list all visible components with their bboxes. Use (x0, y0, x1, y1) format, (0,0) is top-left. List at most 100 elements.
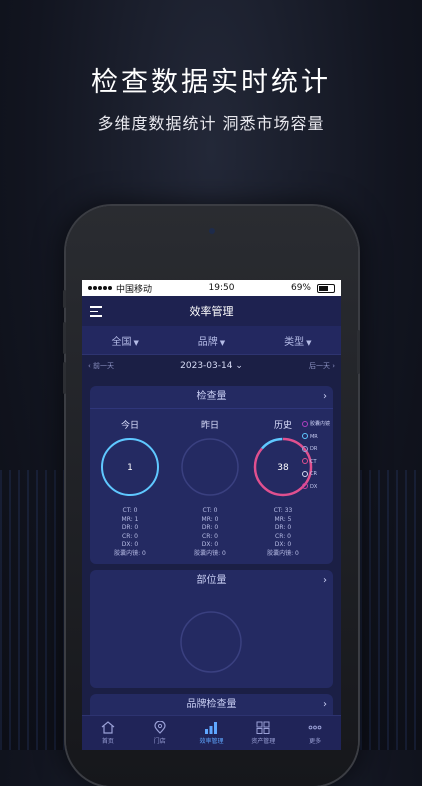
card-header: 检查量 › (90, 386, 333, 409)
yesterday-column: 昨日 CT: 0 MR: 0 DR: 0 CR: 0 DX: 0 胶囊内镜: 0 (175, 418, 245, 558)
prev-day-label: 前一天 (93, 362, 115, 370)
stat-mr: MR: 0 (201, 515, 219, 523)
body-part-ring-empty (180, 611, 242, 673)
nav-bar: 效率管理 (82, 296, 341, 326)
stat-cr: CR: 0 (122, 532, 138, 540)
caret-down-icon: ▼ (133, 338, 139, 347)
body-part-ring-chart (180, 611, 242, 673)
today-value: 1 (127, 463, 133, 473)
legend-dot (301, 420, 308, 427)
tab-home[interactable]: 首页 (83, 721, 133, 745)
tab-bar: 首页 门店 效率管理 资产管理 更多 (82, 715, 341, 750)
filter-brand[interactable]: 品牌 ▼ (198, 333, 225, 348)
legend-label: DX (309, 483, 318, 490)
filter-region[interactable]: 全国 ▼ (111, 333, 138, 348)
today-label: 今日 (120, 421, 139, 431)
chevron-right-icon: › (329, 362, 335, 370)
tab-label: 首页 (101, 738, 114, 745)
history-stats: CT: 33 MR: 5 DR: 0 CR: 0 DX: 0 胶囊内镜: 0 (248, 507, 318, 558)
tab-label: 资产管理 (251, 738, 276, 745)
filter-brand-label: 品牌 (197, 336, 218, 348)
caret-down-icon: ▼ (219, 338, 226, 347)
front-camera (209, 228, 215, 234)
legend-label: 胶囊内镜 (309, 421, 330, 427)
tab-label: 门店 (153, 738, 166, 745)
today-column: 今日 1 CT: 0 MR: 1 DR: 0 CR: 0 DX: 0 胶囊内镜:… (95, 418, 165, 558)
body-part-card[interactable]: 部位量 › (90, 570, 333, 688)
stat-dx: DX: 0 (274, 541, 292, 548)
card-header: 部位量 › (90, 570, 333, 592)
legend-item: DR (301, 443, 330, 456)
tab-label: 更多 (309, 738, 322, 745)
battery-icon (317, 283, 335, 293)
filter-region-label: 全国 (111, 336, 132, 348)
carrier-label: 中国移动 (116, 284, 153, 295)
tab-assets[interactable]: 资产管理 (238, 721, 288, 745)
status-bar: 中国移动 19:50 69% (82, 280, 341, 296)
phone-volume-down (63, 362, 66, 394)
yesterday-stats: CT: 0 MR: 0 DR: 0 CR: 0 DX: 0 胶囊内镜: 0 (175, 507, 245, 558)
card-title: 检查量 (196, 391, 227, 402)
stat-capsule: 胶囊内镜: 0 (267, 549, 299, 557)
prev-day-button[interactable]: ‹ 前一天 (88, 361, 114, 371)
legend-item: DX (301, 481, 330, 494)
battery-percent: 69% (290, 283, 311, 293)
signal-icon (88, 283, 113, 293)
chevron-right-icon[interactable]: › (323, 694, 327, 716)
tab-efficiency[interactable]: 效率管理 (186, 721, 236, 745)
grid-icon (256, 721, 270, 734)
page-title: 效率管理 (189, 305, 234, 318)
stat-ct: CT: 0 (122, 507, 138, 514)
chevron-down-icon: ⌄ (232, 361, 243, 371)
stat-cr: CR: 0 (202, 532, 218, 540)
today-stats: CT: 0 MR: 1 DR: 0 CR: 0 DX: 0 胶囊内镜: 0 (95, 507, 165, 558)
filter-bar: 全国 ▼ 品牌 ▼ 类型 ▼ (82, 326, 341, 355)
legend-item: MR (301, 431, 330, 444)
chevron-right-icon[interactable]: › (323, 386, 327, 408)
tab-label: 效率管理 (199, 738, 224, 745)
legend-label: CR (309, 471, 317, 478)
legend-dot (301, 433, 308, 440)
chevron-right-icon[interactable]: › (323, 570, 327, 592)
stat-dr: DR: 0 (121, 524, 139, 531)
legend-dot (301, 470, 308, 477)
legend-item: CR (301, 468, 330, 481)
tab-more[interactable]: 更多 (290, 721, 340, 745)
caret-down-icon: ▼ (306, 338, 312, 347)
card-header: 品牌检查量 › (90, 694, 333, 716)
legend-dot (301, 483, 308, 490)
more-icon (308, 725, 322, 730)
bar-chart-icon (205, 722, 218, 734)
stat-capsule: 胶囊内镜: 0 (194, 549, 226, 557)
yesterday-label: 昨日 (200, 421, 219, 431)
history-value: 38 (277, 463, 289, 473)
next-day-label: 后一天 (308, 362, 330, 370)
yesterday-ring-chart (181, 438, 239, 496)
date-picker[interactable]: 2023-03-14 ⌄ (180, 361, 243, 371)
tab-stores[interactable]: 门店 (135, 721, 185, 745)
legend-label: DR (309, 446, 318, 453)
yesterday-ring-empty (181, 438, 239, 496)
legend-item: 胶囊内镜 (301, 418, 330, 431)
phone-mute-switch (63, 290, 66, 308)
stat-dx: DX: 0 (121, 541, 139, 548)
legend-item: CT (301, 456, 330, 469)
today-ring-chart: 1 (101, 438, 159, 496)
date-navigator: ‹ 前一天 2023-03-14 ⌄ 后一天 › (82, 355, 341, 377)
clock: 19:50 (208, 283, 235, 293)
stat-mr: MR: 1 (121, 515, 139, 523)
next-day-button[interactable]: 后一天 › (309, 361, 335, 371)
stat-dr: DR: 0 (201, 524, 219, 531)
phone-power-button (357, 330, 360, 374)
location-icon (154, 721, 166, 734)
ring-legend: 胶囊内镜 MR DR CT CR DX (301, 418, 330, 494)
legend-label: CT (309, 458, 317, 465)
promo-title: 检查数据实时统计 (91, 67, 331, 98)
filter-type[interactable]: 类型 ▼ (284, 333, 311, 348)
exam-volume-card[interactable]: 检查量 › 今日 1 CT: 0 MR: 1 DR: 0 CR: 0 DX: 0… (90, 386, 333, 564)
menu-icon[interactable] (90, 306, 102, 317)
stat-dx: DX: 0 (201, 541, 219, 548)
promo-subtitle: 多维度数据统计 洞悉市场容量 (97, 114, 325, 133)
phone-volume-up (63, 322, 66, 354)
stat-dr: DR: 0 (274, 524, 292, 531)
